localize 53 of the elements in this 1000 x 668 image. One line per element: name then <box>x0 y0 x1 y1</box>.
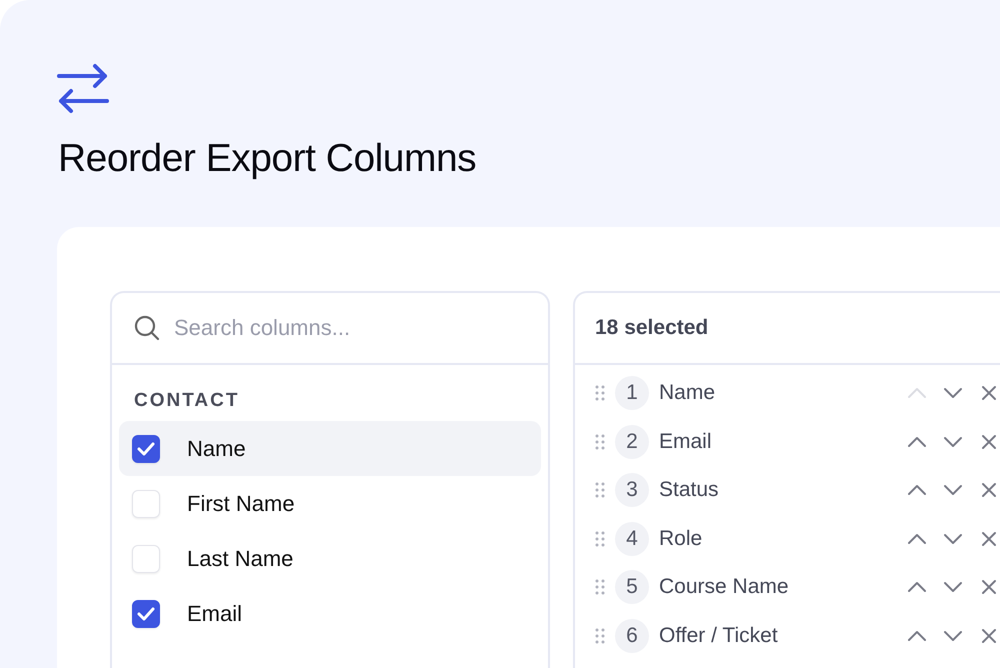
position-number: 3 <box>615 473 649 508</box>
option-label: First Name <box>187 490 295 518</box>
position-number: 2 <box>615 424 649 459</box>
position-number: 1 <box>615 376 649 410</box>
page-title: Reorder Export Columns <box>58 136 478 182</box>
drag-handle-icon[interactable] <box>595 579 605 596</box>
column-option[interactable]: Name <box>119 421 541 476</box>
chevron-down-icon <box>943 484 963 496</box>
chevron-down-icon <box>943 387 963 400</box>
close-icon <box>981 530 997 547</box>
swap-icon <box>57 62 109 114</box>
close-icon <box>981 434 997 450</box>
close-icon <box>981 385 997 402</box>
chevron-up-icon <box>907 387 927 400</box>
option-label: Name <box>187 435 246 464</box>
column-option[interactable]: First Name <box>119 476 541 532</box>
column-label: Name <box>659 380 716 406</box>
position-number: 5 <box>615 570 649 604</box>
checkbox[interactable] <box>132 434 160 463</box>
drag-handle-icon[interactable] <box>595 434 605 450</box>
chevron-up-icon <box>907 630 927 642</box>
chevron-down-icon <box>943 436 963 448</box>
column-label: Status <box>659 477 720 504</box>
group-heading: CONTACT <box>133 388 240 413</box>
drag-handle-icon[interactable] <box>595 628 605 644</box>
checkmark-icon <box>137 606 155 621</box>
close-icon <box>981 628 997 644</box>
selected-count: 18 selected <box>575 292 1000 365</box>
position-number: 6 <box>615 618 649 653</box>
checkmark-icon <box>137 442 155 456</box>
chevron-up-icon <box>907 436 927 448</box>
drag-handle-icon[interactable] <box>595 385 605 402</box>
column-label: Role <box>659 526 704 552</box>
column-label: Offer / Ticket <box>659 622 779 649</box>
drag-handle-icon[interactable] <box>595 530 605 547</box>
position-number: 4 <box>615 522 649 556</box>
option-label: Email <box>187 600 242 628</box>
column-label: Email <box>659 428 713 455</box>
option-label: Last Name <box>187 545 294 574</box>
chevron-down-icon <box>943 532 963 545</box>
column-option[interactable]: Last Name <box>119 531 541 586</box>
chevron-up-icon <box>907 532 927 545</box>
search-icon <box>134 314 160 341</box>
close-icon <box>981 482 997 498</box>
drag-handle-icon[interactable] <box>595 482 605 498</box>
chevron-up-icon <box>907 484 927 496</box>
checkbox[interactable] <box>132 600 160 628</box>
column-label: Course Name <box>659 574 790 600</box>
column-option[interactable]: Email <box>119 586 541 642</box>
close-icon <box>981 579 997 596</box>
chevron-up-icon <box>907 581 927 594</box>
chevron-down-icon <box>943 630 963 642</box>
chevron-down-icon <box>943 581 963 594</box>
